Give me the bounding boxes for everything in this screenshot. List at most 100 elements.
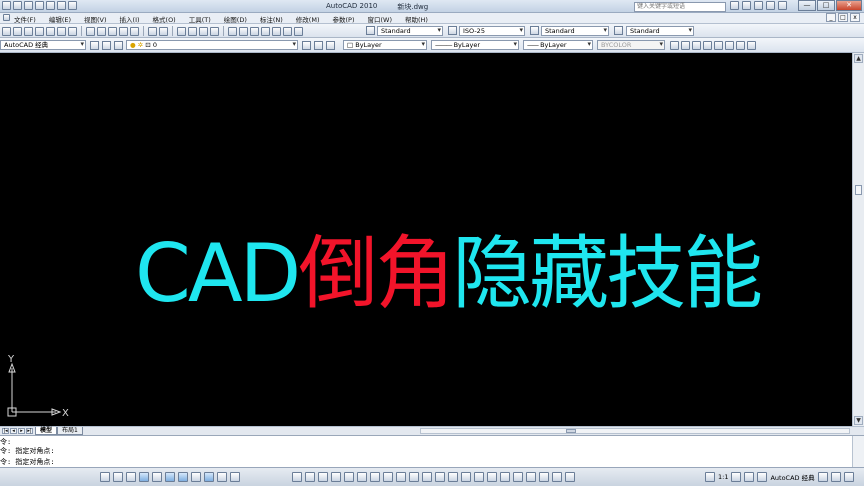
layer-state-icon[interactable] xyxy=(114,41,123,50)
block-editor-icon[interactable] xyxy=(130,26,139,36)
vertical-scrollbar[interactable]: ▲ ▼ xyxy=(852,53,864,426)
layout-a-icon[interactable] xyxy=(383,472,393,482)
layer-isolate-icon[interactable] xyxy=(670,41,679,50)
plotstyle-select[interactable]: BYCOLOR xyxy=(597,40,665,50)
text-style-select[interactable]: Standard xyxy=(377,26,443,36)
horizontal-scrollbar[interactable] xyxy=(420,428,850,434)
layer-unlock-icon[interactable] xyxy=(725,41,734,50)
print-icon[interactable] xyxy=(68,1,77,10)
redo-icon[interactable] xyxy=(57,1,66,10)
save-icon[interactable] xyxy=(35,1,44,10)
annotation-monitor-icon[interactable] xyxy=(409,472,419,482)
table-style-select[interactable]: Standard xyxy=(541,26,609,36)
horizontal-scroll-thumb[interactable] xyxy=(566,429,576,433)
annotation-scale-value[interactable]: 1:1 xyxy=(718,473,728,481)
menu-item-7[interactable]: 标注(N) xyxy=(260,14,283,24)
menu-item-4[interactable]: 格式(O) xyxy=(153,14,176,24)
app-menu-icon[interactable] xyxy=(2,1,11,10)
units-icon[interactable] xyxy=(422,472,432,482)
layer-properties-icon[interactable] xyxy=(102,41,111,50)
open-file-icon[interactable] xyxy=(24,1,33,10)
toolbar-lock-icon[interactable] xyxy=(526,472,536,482)
text-style-icon[interactable] xyxy=(366,26,375,35)
grid-display-icon[interactable] xyxy=(126,472,136,482)
layer-off-icon[interactable] xyxy=(692,41,701,50)
publish-icon[interactable] xyxy=(57,26,66,36)
command-line[interactable]: 令: 令: 指定对角点: 令: 指定对角点: xyxy=(0,435,864,468)
workspace-switch-icon[interactable] xyxy=(757,472,768,482)
model-space-icon[interactable] xyxy=(292,472,302,482)
lock-toolbar-icon[interactable] xyxy=(817,472,828,482)
quick-view-drawings-icon[interactable] xyxy=(318,472,328,482)
preview-icon[interactable] xyxy=(46,26,55,36)
print-icon[interactable] xyxy=(35,26,44,36)
redo-icon[interactable] xyxy=(159,26,168,36)
undo-icon[interactable] xyxy=(148,26,157,36)
infer-constraints-icon[interactable] xyxy=(100,472,110,482)
color-select[interactable]: □ ByLayer xyxy=(343,40,427,50)
menu-item-6[interactable]: 绘图(D) xyxy=(224,14,247,24)
hardware-accel-icon[interactable] xyxy=(539,472,549,482)
vertical-scroll-thumb[interactable] xyxy=(855,185,862,195)
doc-maximize-button[interactable]: □ xyxy=(838,13,848,22)
calculator-icon[interactable] xyxy=(283,26,292,36)
zoom-previous-icon[interactable] xyxy=(210,26,219,36)
design-center-icon[interactable] xyxy=(239,26,248,36)
menu-item-8[interactable]: 修改(M) xyxy=(296,14,320,24)
quick-properties-icon[interactable] xyxy=(230,472,240,482)
layer-previous-icon[interactable] xyxy=(314,41,323,50)
scale-list-icon[interactable] xyxy=(461,472,471,482)
search-icon[interactable] xyxy=(730,1,739,10)
dim-style-select[interactable]: ISO-25 xyxy=(459,26,525,36)
ortho-mode-icon[interactable] xyxy=(139,472,149,482)
maximize-button[interactable]: □ xyxy=(817,0,835,11)
undo-icon[interactable] xyxy=(46,1,55,10)
cleanup-icon[interactable] xyxy=(448,472,458,482)
tab-layout1[interactable]: 布局1 xyxy=(57,427,83,435)
menu-item-3[interactable]: 插入(I) xyxy=(120,14,140,24)
layer-lock-icon[interactable] xyxy=(714,41,723,50)
menu-item-1[interactable]: 编辑(E) xyxy=(49,14,71,24)
make-current-layer-icon[interactable] xyxy=(302,41,311,50)
last-layout-button[interactable]: ▸| xyxy=(26,428,33,434)
new-icon[interactable] xyxy=(2,26,11,36)
menu-item-2[interactable]: 视图(V) xyxy=(84,14,107,24)
paste-icon[interactable] xyxy=(108,26,117,36)
workspace-settings-icon[interactable] xyxy=(90,41,99,50)
dynamic-ucs-icon[interactable] xyxy=(191,472,201,482)
dim-style-icon[interactable] xyxy=(448,26,457,35)
annotation-scale-icon[interactable] xyxy=(705,472,715,482)
match-properties-icon[interactable] xyxy=(119,26,128,36)
command-scrollbar[interactable] xyxy=(852,436,864,468)
workspace-select[interactable]: AutoCAD 经典 xyxy=(0,40,86,50)
layer-merge-icon[interactable] xyxy=(747,41,756,50)
showmotion-icon[interactable] xyxy=(370,472,380,482)
document-icon[interactable] xyxy=(3,14,10,21)
menu-item-9[interactable]: 参数(P) xyxy=(332,14,354,24)
polar-tracking-icon[interactable] xyxy=(152,472,162,482)
annotation-visibility-icon[interactable] xyxy=(731,472,742,482)
layer-select[interactable]: ● ✲ ⊡ 0 xyxy=(126,40,298,50)
new-file-icon[interactable] xyxy=(13,1,22,10)
zoom-realtime-icon[interactable] xyxy=(188,26,197,36)
object-snap-tracking-icon[interactable] xyxy=(178,472,188,482)
quick-view-layouts-icon[interactable] xyxy=(305,472,315,482)
cloud-icon[interactable] xyxy=(552,472,562,482)
communication-icon[interactable] xyxy=(754,1,763,10)
object-snap-icon[interactable] xyxy=(165,472,175,482)
mleader-style-icon[interactable] xyxy=(614,26,623,35)
subscription-icon[interactable] xyxy=(742,1,751,10)
help-icon[interactable] xyxy=(294,26,303,36)
scroll-up-button[interactable]: ▲ xyxy=(854,54,863,63)
drawing-canvas[interactable]: CAD倒角隐藏技能 Y X xyxy=(0,53,852,426)
cut-icon[interactable] xyxy=(86,26,95,36)
communication-center-icon[interactable] xyxy=(513,472,523,482)
search-input[interactable]: 键入关键字或短语 xyxy=(634,2,726,12)
tab-model[interactable]: 模型 xyxy=(35,427,58,435)
next-layout-button[interactable]: ▸ xyxy=(18,428,25,434)
first-layout-button[interactable]: |◂ xyxy=(2,428,9,434)
3d-print-icon[interactable] xyxy=(68,26,77,36)
menu-item-0[interactable]: 文件(F) xyxy=(14,14,36,24)
layer-match-icon[interactable] xyxy=(326,41,335,50)
zoom-window-icon[interactable] xyxy=(199,26,208,36)
